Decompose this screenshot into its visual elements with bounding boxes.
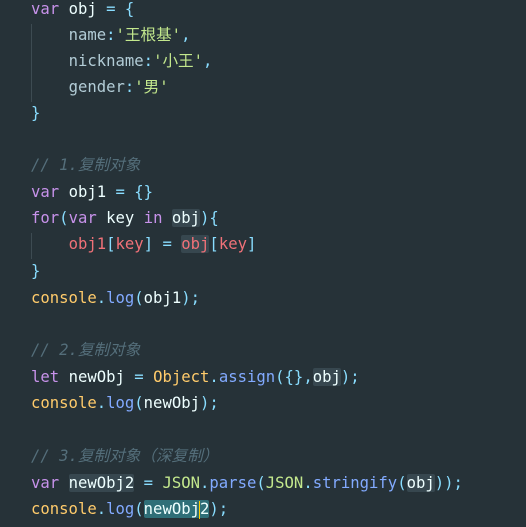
- code-editor[interactable]: var obj = { name:'王根基', nickname:'小王', g…: [0, 0, 526, 527]
- comment-line-3: // 3.复制对象（深复制）: [31, 447, 219, 465]
- code-line-16: var newObj2 = JSON.parse(JSON.stringify(…: [31, 474, 463, 492]
- code-line-8: for(var key in obj){: [31, 209, 219, 227]
- code-line-10: }: [31, 262, 41, 280]
- code-line-13: let newObj = Object.assign({},obj);: [31, 368, 360, 386]
- code-line-14: console.log(newObj);: [31, 394, 219, 412]
- code-line-5: }: [31, 104, 41, 122]
- code-line-9: obj1[key] = obj[key]: [68, 235, 257, 253]
- code-line-4: gender:'男': [68, 78, 169, 96]
- code-line-17: console.log(newObj2);: [31, 500, 229, 519]
- code-line-1: var obj = {: [31, 0, 135, 18]
- code-line-11: console.log(obj1);: [31, 289, 201, 307]
- code-line-7: var obj1 = {}: [31, 183, 154, 201]
- code-line-3: nickname:'小王',: [68, 52, 213, 70]
- comment-line-2: // 2.复制对象: [31, 341, 141, 359]
- comment-line-1: // 1.复制对象: [31, 156, 141, 174]
- code-line-2: name:'王根基',: [68, 26, 191, 44]
